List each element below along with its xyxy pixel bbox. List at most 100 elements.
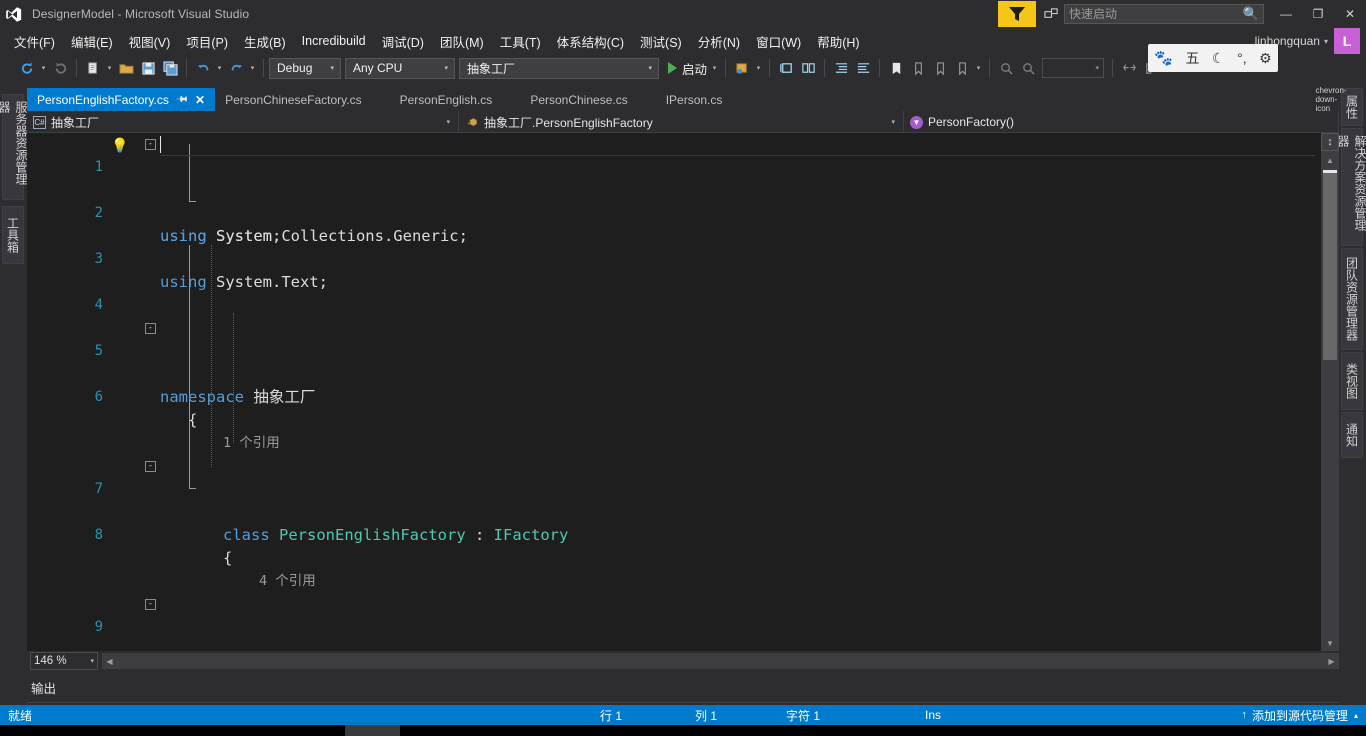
code-line[interactable]: 7 - class PersonEnglishFactory : IFactor… bbox=[27, 455, 1321, 544]
undo-icon[interactable] bbox=[192, 57, 214, 79]
scrollbar-thumb[interactable] bbox=[1323, 170, 1337, 360]
avatar[interactable]: L bbox=[1334, 28, 1360, 54]
menu-item-architecture[interactable]: 体系结构(C) bbox=[549, 28, 632, 55]
find-in-files-icon[interactable] bbox=[995, 57, 1017, 79]
fold-toggle-icon[interactable]: - bbox=[145, 139, 156, 150]
save-icon[interactable] bbox=[137, 57, 159, 79]
chevron-down-icon[interactable]: ▾ bbox=[322, 64, 337, 72]
navigate-back-caret-icon[interactable]: ▾ bbox=[38, 64, 49, 72]
namespace-dropdown[interactable]: C# 抽象工厂 ▾ bbox=[27, 111, 459, 133]
code-line[interactable]: 1 💡 - using System; bbox=[27, 133, 1321, 245]
redo-caret-icon[interactable]: ▾ bbox=[247, 64, 258, 72]
code-line[interactable]: 8 { bbox=[27, 501, 1321, 567]
tab-person-english-factory[interactable]: PersonEnglishFactory.cs 🖈 ✕ bbox=[27, 88, 216, 111]
bookmarks-caret-icon[interactable]: ▾ bbox=[973, 64, 984, 72]
start-debugging-caret-icon[interactable]: ▾ bbox=[709, 64, 720, 72]
editor-vertical-scrollbar[interactable]: ↕ ▲ ▼ bbox=[1321, 133, 1339, 651]
split-view-icon[interactable]: ↕ bbox=[1321, 133, 1339, 151]
menu-item-debug[interactable]: 调试(D) bbox=[374, 28, 432, 55]
solution-platform-combo[interactable]: Any CPU ▾ bbox=[345, 57, 455, 79]
member-dropdown[interactable]: ▼ PersonFactory() bbox=[904, 111, 1339, 133]
menu-item-build[interactable]: 生成(B) bbox=[236, 28, 294, 55]
uncomment-selection-icon[interactable] bbox=[797, 57, 819, 79]
send-feedback-button[interactable] bbox=[998, 1, 1036, 27]
quick-launch-input[interactable] bbox=[1069, 7, 1243, 21]
redo-icon[interactable] bbox=[225, 57, 247, 79]
scroll-down-icon[interactable]: ▼ bbox=[1321, 636, 1339, 651]
type-dropdown[interactable]: 抽象工厂.PersonEnglishFactory ▾ bbox=[459, 111, 904, 133]
quick-find-icon[interactable] bbox=[1017, 57, 1039, 79]
code-line[interactable]: 9 - public IPerson PersonFactory() bbox=[27, 593, 1321, 635]
undo-caret-icon[interactable]: ▾ bbox=[214, 64, 225, 72]
code-line[interactable]: 3 using System.Text; bbox=[27, 225, 1321, 291]
sidebar-item-toolbox[interactable]: 工具箱 bbox=[2, 206, 24, 264]
new-project-caret-icon[interactable]: ▾ bbox=[104, 64, 115, 72]
search-icon[interactable]: 🔍 bbox=[1243, 6, 1259, 22]
clear-bookmarks-icon[interactable] bbox=[951, 57, 973, 79]
reference-count-label[interactable]: 1 个引用 bbox=[223, 432, 280, 455]
menu-item-view[interactable]: 视图(V) bbox=[121, 28, 179, 55]
bookmark-icon[interactable] bbox=[885, 57, 907, 79]
toolbox-icon[interactable] bbox=[1118, 57, 1140, 79]
reference-count-label[interactable]: 4 个引用 bbox=[259, 570, 316, 593]
code-line[interactable]: 6 { bbox=[27, 363, 1321, 429]
menu-item-window[interactable]: 窗口(W) bbox=[748, 28, 809, 55]
code-reference-hint[interactable]: 4 个引用 bbox=[27, 547, 1321, 589]
lightbulb-icon[interactable]: 💡 bbox=[111, 135, 128, 158]
editor-horizontal-scrollbar[interactable]: ◀ ▶ bbox=[102, 653, 1339, 669]
moon-icon[interactable]: ☾ bbox=[1212, 50, 1225, 67]
attach-process-caret-icon[interactable]: ▾ bbox=[753, 64, 764, 72]
menu-item-test[interactable]: 测试(S) bbox=[632, 28, 690, 55]
gear-icon[interactable]: ⚙ bbox=[1259, 50, 1272, 67]
code-line[interactable]: 4 bbox=[27, 271, 1321, 313]
scroll-left-icon[interactable]: ◀ bbox=[102, 653, 117, 669]
navigate-forward-icon[interactable] bbox=[49, 57, 71, 79]
menu-item-analyze[interactable]: 分析(N) bbox=[690, 28, 748, 55]
chevron-up-icon[interactable]: ▴ bbox=[1354, 711, 1358, 720]
fold-toggle-icon[interactable]: - bbox=[145, 599, 156, 610]
decrease-indent-icon[interactable] bbox=[852, 57, 874, 79]
sidebar-item-class-view[interactable]: 类视图 bbox=[1341, 352, 1363, 410]
menu-item-incredibuild[interactable]: Incredibuild bbox=[294, 30, 374, 52]
close-button[interactable]: ✕ bbox=[1334, 0, 1366, 28]
sidebar-item-solution-explorer[interactable]: 解决方案资源管理器 bbox=[1336, 128, 1366, 246]
scroll-right-icon[interactable]: ▶ bbox=[1324, 653, 1339, 669]
chevron-down-icon[interactable]: ▾ bbox=[640, 64, 655, 72]
output-pane[interactable]: 输出 bbox=[0, 671, 1366, 705]
quick-launch-box[interactable]: 🔍 bbox=[1064, 4, 1264, 24]
window-layout-icon[interactable] bbox=[1038, 0, 1064, 28]
sidebar-item-server-explorer[interactable]: 服务器资源管理器 bbox=[0, 94, 28, 200]
menu-item-project[interactable]: 项目(P) bbox=[178, 28, 236, 55]
new-project-icon[interactable] bbox=[82, 57, 104, 79]
pin-icon[interactable]: 🖈 bbox=[172, 89, 193, 110]
code-line[interactable]: 5 - namespace 抽象工厂 bbox=[27, 317, 1321, 406]
ime-toolbar[interactable]: 🐾 五 ☾ °, ⚙ bbox=[1148, 44, 1278, 72]
fold-toggle-icon[interactable]: - bbox=[145, 323, 156, 334]
chevron-down-icon[interactable]: ▾ bbox=[90, 657, 94, 665]
find-combo[interactable]: ▾ bbox=[1042, 58, 1105, 78]
chevron-down-icon[interactable]: ▾ bbox=[1096, 64, 1104, 72]
tab-person-chinese[interactable]: PersonChinese.cs bbox=[520, 88, 638, 111]
chevron-down-icon[interactable]: ▾ bbox=[436, 64, 451, 72]
tab-person-english[interactable]: PersonEnglish.cs bbox=[389, 88, 503, 111]
chevron-down-icon[interactable]: ▾ bbox=[442, 118, 454, 126]
menu-item-edit[interactable]: 编辑(E) bbox=[63, 28, 121, 55]
minimize-button[interactable]: — bbox=[1270, 0, 1302, 28]
tab-iperson[interactable]: IPerson.cs bbox=[655, 88, 733, 111]
comment-selection-icon[interactable] bbox=[775, 57, 797, 79]
startup-project-combo[interactable]: 抽象工厂 ▾ bbox=[459, 57, 659, 79]
chevron-down-icon[interactable]: chevron-down-icon bbox=[1315, 86, 1346, 113]
status-source-control[interactable]: ↑ 添加到源代码管理 ▴ bbox=[1241, 707, 1358, 724]
punctuation-icon[interactable]: °, bbox=[1237, 50, 1247, 66]
open-file-icon[interactable] bbox=[115, 57, 137, 79]
close-icon[interactable]: ✕ bbox=[195, 93, 205, 107]
chevron-down-icon[interactable]: ▾ bbox=[887, 118, 899, 126]
menu-item-help[interactable]: 帮助(H) bbox=[809, 28, 867, 55]
code-line[interactable]: 10 { bbox=[27, 639, 1321, 651]
increase-indent-icon[interactable] bbox=[830, 57, 852, 79]
restore-button[interactable]: ❐ bbox=[1302, 0, 1334, 28]
navigate-back-icon[interactable] bbox=[16, 57, 38, 79]
sidebar-item-team-explorer[interactable]: 团队资源管理器 bbox=[1341, 248, 1363, 350]
baidu-paw-icon[interactable]: 🐾 bbox=[1154, 49, 1173, 67]
scroll-up-icon[interactable]: ▲ bbox=[1321, 153, 1339, 168]
